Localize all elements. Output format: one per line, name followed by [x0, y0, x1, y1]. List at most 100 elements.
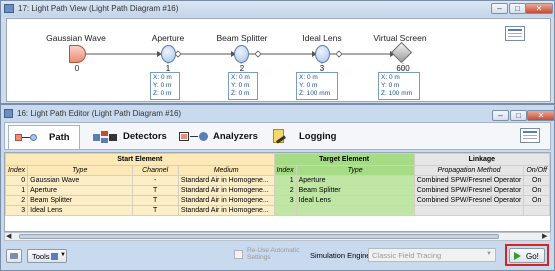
cell-channel: T [131, 205, 179, 216]
go-label: Go! [526, 252, 539, 261]
element-label-gaussian-wave: Gaussian Wave [46, 33, 106, 43]
window-title: 17: Light Path View (Light Path Diagram … [18, 4, 179, 13]
cell-start-index: 2 [5, 195, 29, 206]
maximize-button[interactable]: □ [510, 110, 527, 121]
ideal-lens-position-box: X: 0 m Y: 0 m Z: 100 mm [296, 72, 338, 100]
chevron-down-icon: ▼ [60, 252, 66, 258]
analyzers-icon [179, 130, 209, 143]
coord-y: Y: 0 m [381, 82, 400, 89]
virtual-screen-position-box: X: 0 m Y: 0 m Z: 100 mm [378, 72, 420, 100]
tab-analyzers-label: Analyzers [213, 131, 258, 142]
table-row[interactable]: 0 Gaussian Wave - Standard Air in Homoge… [5, 175, 550, 186]
path-connections [85, 50, 404, 71]
cell-target-type: Aperture [295, 175, 415, 186]
minimize-button[interactable]: ‒ [492, 110, 509, 121]
cell-on-off: On [523, 175, 550, 186]
simulation-engine-select[interactable]: Classic Field Tracing ▼ [368, 248, 496, 262]
cell-medium: Standard Air in Homogene... [177, 175, 275, 186]
cell-propagation-method [413, 205, 525, 216]
cell-medium: Standard Air in Homogene... [177, 185, 275, 196]
path-icon [15, 132, 37, 143]
cell-on-off: On [523, 185, 550, 196]
chevron-down-icon: ▼ [486, 251, 492, 257]
cell-target-index [273, 205, 297, 216]
cell-start-type: Aperture [27, 185, 133, 196]
scroll-left-arrow-icon[interactable]: ◀ [6, 233, 11, 240]
tools-button[interactable]: Tools ▼ [27, 249, 67, 263]
scroll-right-arrow-icon[interactable]: ▶ [542, 233, 547, 240]
close-button[interactable]: ✕ [525, 3, 553, 14]
column-header[interactable]: Index [273, 165, 297, 176]
coord-z: Z: 0 m [231, 90, 250, 97]
cell-start-type: Beam Splitter [27, 195, 133, 206]
column-header[interactable]: Channel [131, 165, 179, 176]
table-row[interactable]: 2 Beam Splitter T Standard Air in Homoge… [5, 195, 550, 206]
cell-medium: Standard Air in Homogene... [177, 205, 275, 216]
editor-bottom-bar: Tools ▼ Re-Use Automatic Settings Simula… [4, 244, 551, 268]
column-header[interactable]: Medium [177, 165, 275, 176]
tab-path[interactable]: Path [8, 125, 80, 149]
tools-label: Tools [32, 252, 50, 261]
cell-start-type: Gaussian Wave [27, 175, 133, 186]
element-label-beam-splitter: Beam Splitter [216, 33, 268, 43]
element-label-ideal-lens: Ideal Lens [302, 33, 342, 43]
column-header[interactable]: Type [27, 165, 133, 176]
tab-path-label: Path [49, 132, 70, 143]
go-button[interactable]: Go! [509, 248, 545, 263]
cell-on-off [523, 205, 550, 216]
cell-target-type: Beam Splitter [295, 185, 415, 196]
editor-tab-bar: Path Detectors Analyzers Logging [4, 122, 551, 150]
cell-channel: - [131, 175, 179, 186]
scrollbar-thumb[interactable] [19, 234, 499, 239]
window-app-icon [4, 109, 13, 118]
column-header[interactable]: Index [5, 165, 29, 176]
tab-detectors-label: Detectors [123, 131, 167, 142]
column-header[interactable]: Propagation Method [413, 165, 525, 176]
column-header[interactable]: On/Off [523, 165, 550, 176]
aperture-node[interactable] [161, 45, 176, 63]
table-view-icon[interactable] [520, 128, 540, 143]
coord-x: X: 0 m [381, 74, 400, 81]
light-path-view-titlebar[interactable]: 17: Light Path View (Light Path Diagram … [1, 1, 554, 17]
cell-channel: T [131, 195, 179, 206]
close-button[interactable]: ✕ [527, 110, 555, 121]
table-view-icon[interactable] [505, 26, 525, 41]
cell-propagation-method: Combined SPW/Fresnel Operator [413, 195, 525, 206]
table-row[interactable]: 3 Ideal Lens T Standard Air in Homogene.… [5, 205, 550, 216]
tab-logging[interactable]: Logging [265, 125, 345, 149]
minimize-button[interactable]: ‒ [491, 3, 508, 14]
tab-detectors[interactable]: Detectors [85, 125, 171, 149]
camera-icon [10, 253, 18, 259]
tab-analyzers[interactable]: Analyzers [175, 125, 261, 149]
snapshot-button[interactable] [6, 249, 22, 263]
group-target-element: Target Element [273, 153, 415, 166]
coord-z: Z: 0 m [153, 90, 172, 97]
coord-y: Y: 0 m [231, 82, 250, 89]
light-path-grid[interactable]: Start Element Target Element Linkage Ind… [4, 152, 551, 232]
column-header[interactable]: Type [295, 165, 415, 176]
group-linkage: Linkage [413, 153, 550, 166]
beam-splitter-node[interactable] [234, 45, 249, 63]
maximize-button[interactable]: □ [509, 3, 526, 14]
cell-target-type: Ideal Lens [295, 195, 415, 206]
cell-start-index: 3 [5, 205, 29, 216]
cell-propagation-method: Combined SPW/Fresnel Operator [413, 185, 525, 196]
cell-target-index: 3 [273, 195, 297, 206]
light-path-table: Start Element Target Element Linkage Ind… [5, 153, 550, 216]
coord-z: Z: 100 mm [381, 90, 413, 97]
reuse-settings-checkbox[interactable] [234, 250, 243, 259]
ideal-lens-node[interactable] [315, 45, 330, 63]
light-path-canvas[interactable]: Gaussian Wave 0 Aperture 1 X: 0 m Y: 0 m… [6, 18, 551, 102]
detectors-icon [93, 131, 117, 143]
cell-on-off: On [523, 195, 550, 206]
logging-icon [273, 129, 287, 144]
coord-x: X: 0 m [299, 74, 318, 81]
group-start-element: Start Element [5, 153, 275, 166]
horizontal-scrollbar[interactable]: ◀ ▶ [4, 232, 551, 241]
light-path-view-window: 17: Light Path View (Light Path Diagram … [0, 0, 555, 104]
element-index-0: 0 [74, 64, 80, 73]
coord-y: Y: 0 m [153, 82, 172, 89]
window-title: 16: Light Path Editor (Light Path Diagra… [17, 109, 182, 118]
table-row[interactable]: 1 Aperture T Standard Air in Homogene...… [5, 185, 550, 196]
cell-start-index: 0 [5, 175, 29, 186]
